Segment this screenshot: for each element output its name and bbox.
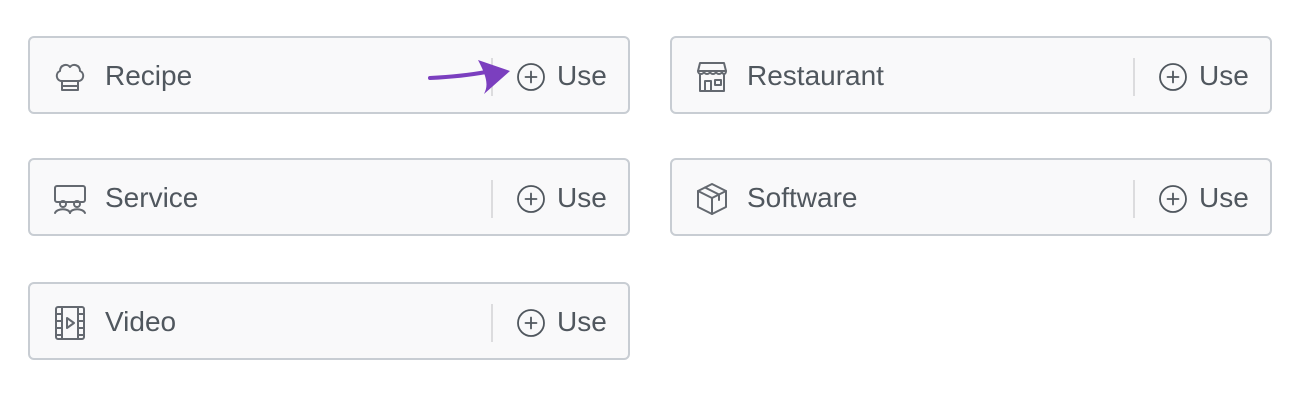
use-button-label: Use <box>1199 60 1249 91</box>
schema-type-grid: Recipe Use Restaurant Use Service Use So… <box>0 0 1307 408</box>
schema-card-label: Software <box>747 182 858 213</box>
schema-card-restaurant: Restaurant Use <box>670 36 1272 114</box>
divider <box>1133 58 1135 96</box>
plus-circle-icon <box>1158 184 1188 214</box>
use-button-label: Use <box>557 60 607 91</box>
service-icon <box>52 181 88 217</box>
schema-card-label: Recipe <box>105 60 193 91</box>
use-video-button[interactable]: Use <box>516 302 616 342</box>
divider <box>491 180 493 218</box>
use-recipe-button[interactable]: Use <box>516 56 616 96</box>
plus-circle-icon <box>516 184 546 214</box>
storefront-icon <box>694 59 730 95</box>
pointer-arrow-icon <box>428 58 512 96</box>
plus-circle-icon <box>516 308 546 338</box>
schema-card-label: Restaurant <box>747 60 884 91</box>
plus-circle-icon <box>1158 62 1188 92</box>
use-restaurant-button[interactable]: Use <box>1158 56 1258 96</box>
divider <box>491 304 493 342</box>
schema-card-service: Service Use <box>28 158 630 236</box>
use-button-label: Use <box>557 182 607 213</box>
package-box-icon <box>694 181 730 217</box>
video-film-icon <box>52 305 88 341</box>
use-service-button[interactable]: Use <box>516 178 616 218</box>
divider <box>1133 180 1135 218</box>
schema-card-label: Video <box>105 306 177 337</box>
use-button-label: Use <box>557 306 607 337</box>
schema-card-video: Video Use <box>28 282 630 360</box>
schema-card-software: Software Use <box>670 158 1272 236</box>
chef-hat-icon <box>52 59 88 95</box>
plus-circle-icon <box>516 62 546 92</box>
schema-card-label: Service <box>105 182 199 213</box>
schema-card-recipe: Recipe Use <box>28 36 630 114</box>
use-button-label: Use <box>1199 182 1249 213</box>
use-software-button[interactable]: Use <box>1158 178 1258 218</box>
